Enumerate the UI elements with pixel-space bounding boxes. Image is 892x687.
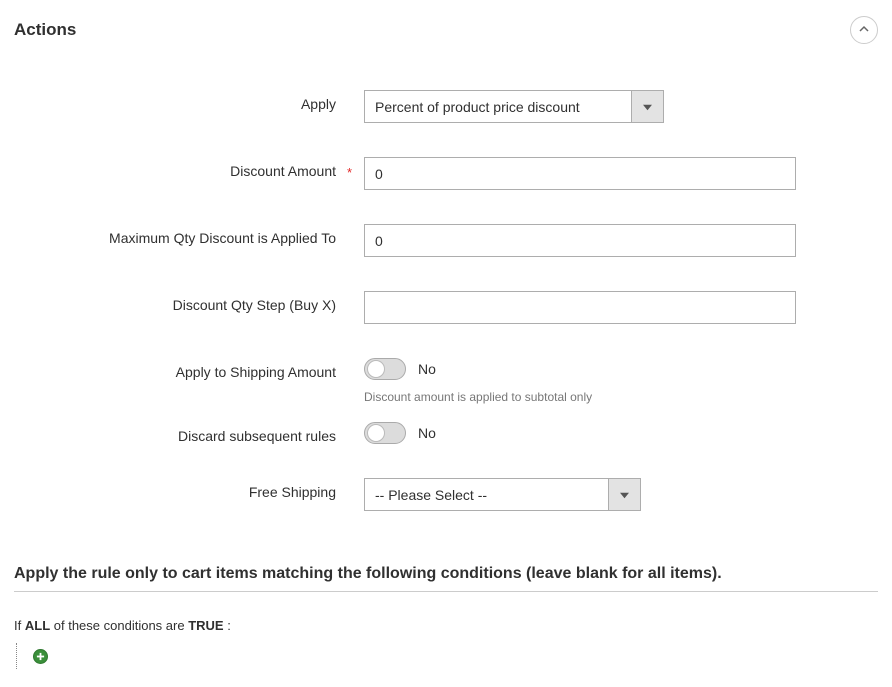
row-apply: Apply Percent of product price discount (14, 90, 878, 123)
apply-shipping-toggle[interactable] (364, 358, 406, 380)
apply-select-value: Percent of product price discount (364, 90, 631, 123)
row-discount-amount: Discount Amount (14, 157, 878, 190)
dropdown-arrow[interactable] (631, 90, 664, 123)
row-qty-step: Discount Qty Step (Buy X) (14, 291, 878, 324)
label-max-qty: Maximum Qty Discount is Applied To (14, 224, 364, 246)
free-shipping-select[interactable]: -- Please Select -- (364, 478, 641, 511)
label-apply-shipping: Apply to Shipping Amount (14, 358, 364, 380)
cond-middle: of these conditions are (54, 618, 188, 633)
row-discard: Discard subsequent rules No (14, 422, 878, 444)
dropdown-arrow[interactable] (608, 478, 641, 511)
add-condition-button[interactable] (33, 649, 48, 664)
cond-combiner[interactable]: ALL (25, 618, 50, 633)
cond-suffix: : (227, 618, 231, 633)
caret-down-icon (620, 487, 629, 503)
free-shipping-select-value: -- Please Select -- (364, 478, 608, 511)
max-qty-input[interactable] (364, 224, 796, 257)
conditions-tree (16, 643, 878, 669)
label-free-shipping: Free Shipping (14, 478, 364, 500)
caret-down-icon (643, 99, 652, 115)
section-header: Actions (14, 12, 878, 50)
label-qty-step: Discount Qty Step (Buy X) (14, 291, 364, 313)
row-free-shipping: Free Shipping -- Please Select -- (14, 478, 878, 511)
label-apply: Apply (14, 90, 364, 112)
qty-step-input[interactable] (364, 291, 796, 324)
collapse-toggle[interactable] (850, 16, 878, 44)
discount-amount-input[interactable] (364, 157, 796, 190)
cond-truth[interactable]: TRUE (188, 618, 223, 633)
row-apply-shipping: Apply to Shipping Amount No Discount amo… (14, 358, 878, 404)
conditions-heading: Apply the rule only to cart items matchi… (14, 555, 878, 592)
cond-prefix: If (14, 618, 21, 633)
label-discard: Discard subsequent rules (14, 422, 364, 444)
row-max-qty: Maximum Qty Discount is Applied To (14, 224, 878, 257)
section-title: Actions (14, 20, 76, 40)
plus-icon (36, 648, 45, 664)
discard-toggle[interactable] (364, 422, 406, 444)
apply-shipping-hint: Discount amount is applied to subtotal o… (364, 390, 592, 404)
conditions-expression: If ALL of these conditions are TRUE : (14, 618, 878, 633)
apply-shipping-value: No (418, 361, 436, 377)
label-discount-amount: Discount Amount (14, 157, 364, 179)
chevron-up-icon (858, 22, 870, 38)
apply-select[interactable]: Percent of product price discount (364, 90, 664, 123)
discard-value: No (418, 425, 436, 441)
